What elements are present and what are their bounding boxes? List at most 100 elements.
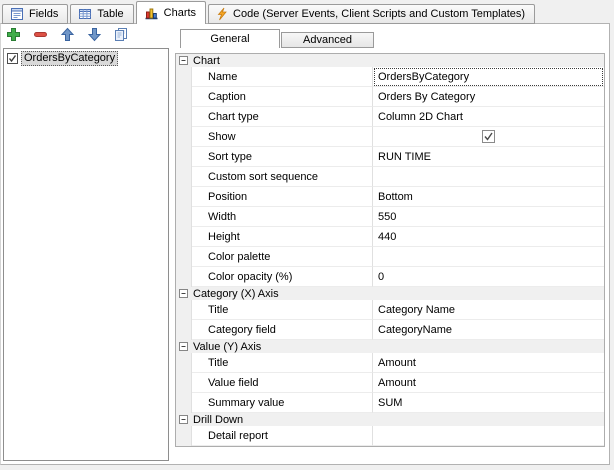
- property-row-caption: Caption Orders By Category: [176, 87, 604, 107]
- add-chart-button[interactable]: [5, 28, 21, 44]
- property-value-color-opacity[interactable]: 0: [373, 267, 604, 287]
- plus-icon: [6, 27, 21, 45]
- row-gutter: [176, 267, 192, 287]
- property-row-width: Width 550: [176, 207, 604, 227]
- property-value-color-palette[interactable]: [373, 247, 604, 267]
- property-label: Width: [192, 207, 373, 227]
- property-grid: Chart Name OrdersByCategory Caption Orde…: [175, 53, 605, 447]
- group-header-value-y-axis[interactable]: Value (Y) Axis: [176, 340, 604, 353]
- property-row-chart-type: Chart type Column 2D Chart: [176, 107, 604, 127]
- chart-list-toolbar: [5, 28, 129, 44]
- property-row-category-field: Category field CategoryName: [176, 320, 604, 340]
- group-header-drill-down[interactable]: Drill Down: [176, 413, 604, 426]
- property-label: Category field: [192, 320, 373, 340]
- property-row-show: Show: [176, 127, 604, 147]
- property-row-summary-value: Summary value SUM: [176, 393, 604, 413]
- property-label: Chart type: [192, 107, 373, 127]
- property-row-custom-sort-sequence: Custom sort sequence: [176, 167, 604, 187]
- row-gutter: [176, 300, 192, 320]
- property-row-x-title: Title Category Name: [176, 300, 604, 320]
- property-label: Title: [192, 353, 373, 373]
- property-label: Custom sort sequence: [192, 167, 373, 187]
- tab-charts[interactable]: Charts: [136, 1, 206, 24]
- property-value-custom-sort-sequence[interactable]: [373, 167, 604, 187]
- chart-visible-checkbox[interactable]: [7, 53, 18, 64]
- property-value-detail-report[interactable]: [373, 426, 604, 446]
- tab-code[interactable]: Code (Server Events, Client Scripts and …: [208, 4, 535, 24]
- property-row-height: Height 440: [176, 227, 604, 247]
- property-value-caption[interactable]: Orders By Category: [373, 87, 604, 107]
- property-value-position[interactable]: Bottom: [373, 187, 604, 207]
- row-gutter: [176, 107, 192, 127]
- chart-list-item-label[interactable]: OrdersByCategory: [21, 51, 118, 66]
- property-row-color-palette: Color palette: [176, 247, 604, 267]
- bar-chart-icon: [144, 6, 159, 20]
- table-icon: [78, 7, 92, 21]
- property-label: Height: [192, 227, 373, 247]
- tab-table-label: Table: [97, 8, 123, 20]
- tab-table[interactable]: Table: [70, 4, 133, 24]
- remove-chart-button[interactable]: [32, 28, 48, 44]
- row-gutter: [176, 187, 192, 207]
- list-item[interactable]: OrdersByCategory: [5, 50, 167, 67]
- property-row-y-title: Title Amount: [176, 353, 604, 373]
- property-value-category-field[interactable]: CategoryName: [373, 320, 604, 340]
- property-row-value-field: Value field Amount: [176, 373, 604, 393]
- row-gutter: [176, 373, 192, 393]
- tab-advanced[interactable]: Advanced: [281, 32, 374, 48]
- property-value-value-field[interactable]: Amount: [373, 373, 604, 393]
- property-row-name: Name OrdersByCategory: [176, 67, 604, 87]
- move-up-button[interactable]: [59, 28, 75, 44]
- tab-fields-label: Fields: [29, 8, 58, 20]
- property-value-show: [373, 127, 604, 147]
- property-value-width[interactable]: 550: [373, 207, 604, 227]
- collapse-icon[interactable]: [179, 56, 188, 65]
- group-header-category-x-axis[interactable]: Category (X) Axis: [176, 287, 604, 300]
- row-gutter: [176, 147, 192, 167]
- show-checkbox[interactable]: [482, 130, 495, 143]
- property-value-x-title[interactable]: Category Name: [373, 300, 604, 320]
- minus-icon: [33, 27, 48, 45]
- property-value-sort-type[interactable]: RUN TIME: [373, 147, 604, 167]
- property-label: Color palette: [192, 247, 373, 267]
- move-down-button[interactable]: [86, 28, 102, 44]
- property-value-chart-type[interactable]: Column 2D Chart: [373, 107, 604, 127]
- tab-code-label: Code (Server Events, Client Scripts and …: [233, 8, 525, 20]
- collapse-icon[interactable]: [179, 415, 188, 424]
- arrow-down-icon: [87, 27, 102, 45]
- property-row-sort-type: Sort type RUN TIME: [176, 147, 604, 167]
- group-header-chart[interactable]: Chart: [176, 54, 604, 67]
- row-gutter: [176, 393, 192, 413]
- copy-chart-button[interactable]: [113, 28, 129, 44]
- tab-general[interactable]: General: [180, 29, 280, 48]
- group-label: Value (Y) Axis: [193, 341, 261, 353]
- chart-designer-page: Fields Table Charts Code (Server Events,…: [0, 0, 614, 470]
- group-label: Chart: [193, 55, 220, 67]
- row-gutter: [176, 207, 192, 227]
- row-gutter: [176, 87, 192, 107]
- property-label: Color opacity (%): [192, 267, 373, 287]
- form-icon: [10, 7, 24, 21]
- property-value-name[interactable]: OrdersByCategory: [373, 67, 604, 87]
- inspector-tab-bar: General Advanced: [180, 29, 374, 48]
- property-row-detail-report: Detail report: [176, 426, 604, 446]
- check-icon: [8, 54, 17, 63]
- property-value-height[interactable]: 440: [373, 227, 604, 247]
- property-value-y-title[interactable]: Amount: [373, 353, 604, 373]
- chart-list: OrdersByCategory: [3, 48, 169, 461]
- arrow-up-icon: [60, 27, 75, 45]
- collapse-icon[interactable]: [179, 289, 188, 298]
- group-label: Drill Down: [193, 414, 243, 426]
- property-value-summary-value[interactable]: SUM: [373, 393, 604, 413]
- property-label: Name: [192, 67, 373, 87]
- row-gutter: [176, 67, 192, 87]
- property-label: Show: [192, 127, 373, 147]
- row-gutter: [176, 426, 192, 446]
- property-label: Position: [192, 187, 373, 207]
- property-row-position: Position Bottom: [176, 187, 604, 207]
- group-label: Category (X) Axis: [193, 288, 279, 300]
- row-gutter: [176, 167, 192, 187]
- collapse-icon[interactable]: [179, 342, 188, 351]
- row-gutter: [176, 353, 192, 373]
- tab-fields[interactable]: Fields: [2, 4, 68, 24]
